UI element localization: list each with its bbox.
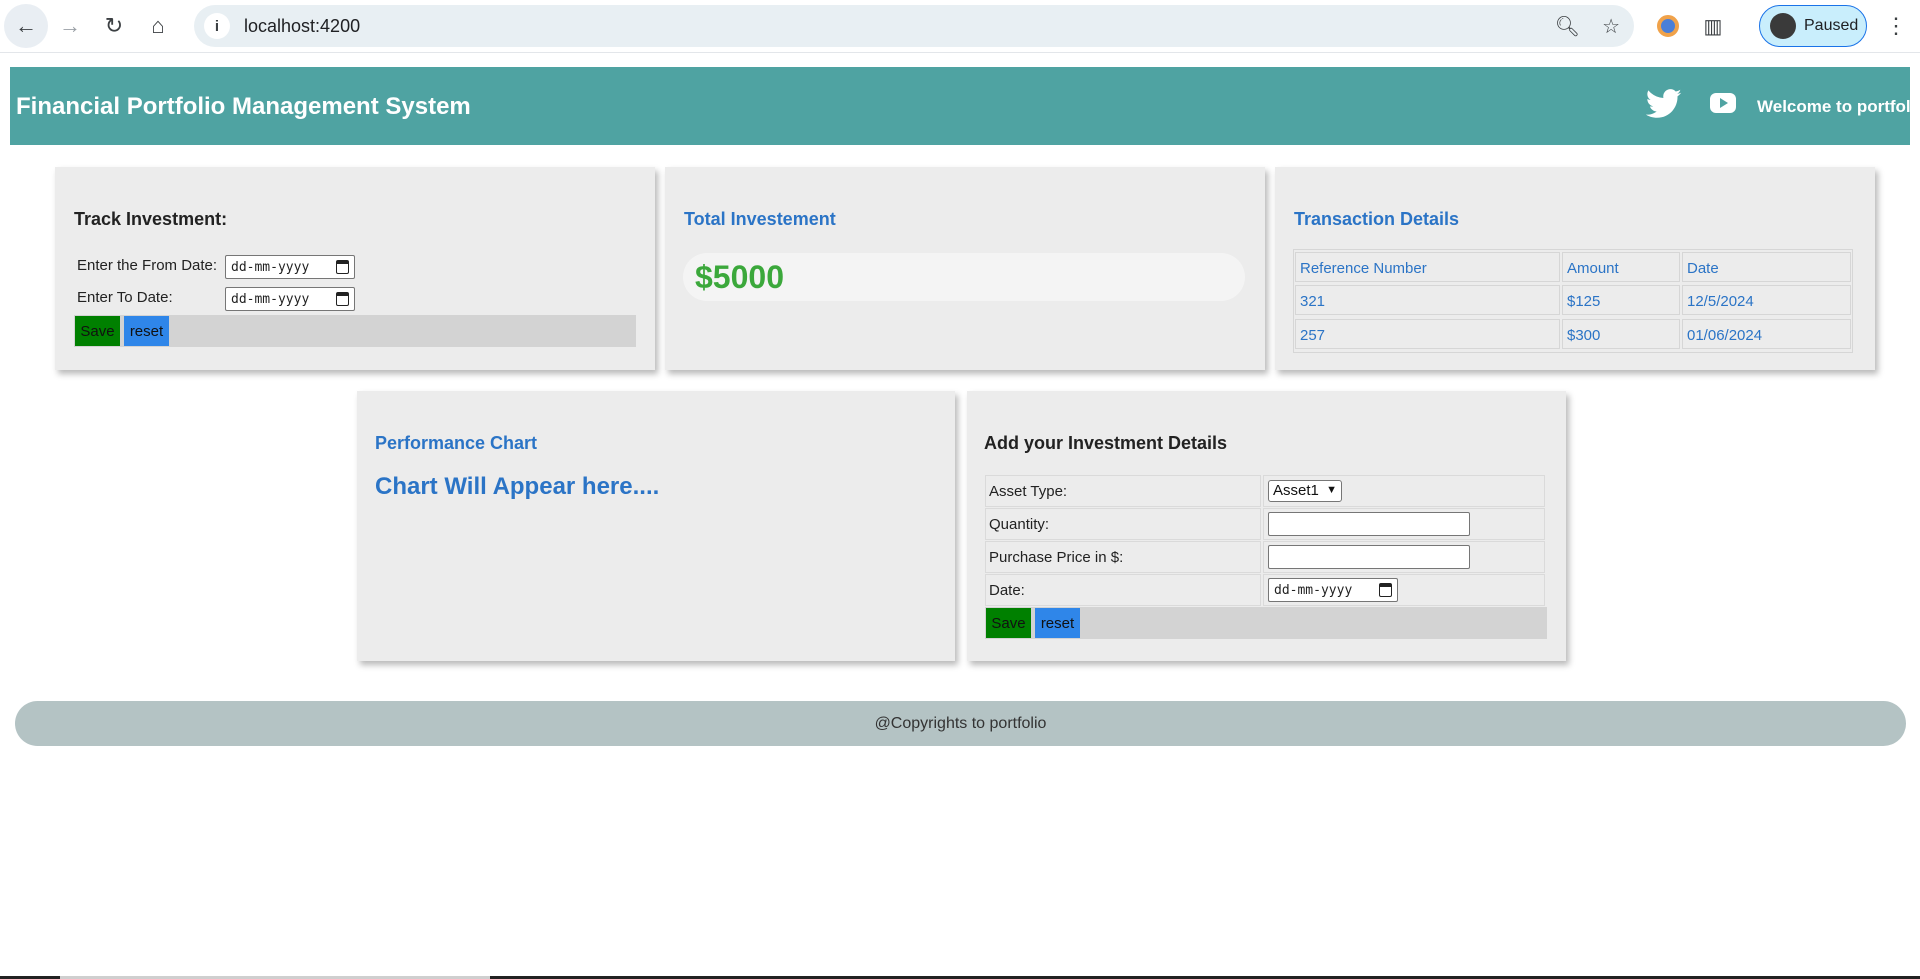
price-cell [1263, 541, 1545, 573]
address-bar[interactable]: i localhost:4200 🔍︎ ☆ [194, 5, 1634, 47]
purchase-price-input[interactable] [1268, 545, 1470, 569]
table-cell: 321 [1295, 285, 1560, 315]
youtube-icon[interactable] [1710, 93, 1736, 113]
reload-icon[interactable]: ↻ [92, 4, 136, 48]
calendar-icon[interactable] [336, 292, 349, 306]
zoom-icon[interactable]: 🔍︎ [1555, 14, 1580, 39]
footer-text: @Copyrights to portfolio [874, 714, 1047, 732]
url-text[interactable]: localhost:4200 [244, 16, 360, 37]
chevron-down-icon: ▼ [1326, 484, 1337, 496]
to-date-label: Enter To Date: [77, 289, 173, 306]
add-investment-title: Add your Investment Details [984, 433, 1228, 453]
table-cell: $300 [1562, 319, 1680, 349]
table-cell: 01/06/2024 [1682, 319, 1851, 349]
welcome-text: Welcome to portfolio [1757, 97, 1920, 116]
kebab-icon[interactable]: ⋮ [1884, 10, 1908, 42]
quantity-label: Quantity: [985, 508, 1261, 540]
avatar [1770, 13, 1796, 39]
total-value: $5000 [695, 259, 784, 295]
from-date-label: Enter the From Date: [77, 257, 218, 274]
table-cell: 12/5/2024 [1682, 285, 1851, 315]
date-cell: dd-mm-yyyy [1263, 574, 1545, 606]
reset-button[interactable]: reset [124, 316, 169, 346]
page-title: Financial Portfolio Management System [16, 93, 471, 120]
info-icon[interactable]: i [204, 13, 230, 39]
to-date-input[interactable]: dd-mm-yyyy [225, 287, 355, 311]
star-icon[interactable]: ☆ [1602, 14, 1620, 39]
back-icon[interactable]: ← [4, 4, 48, 48]
chart-placeholder: Chart Will Appear here.... [375, 473, 660, 500]
asset-type-label: Asset Type: [985, 475, 1261, 507]
quantity-input[interactable] [1268, 512, 1470, 536]
add-investment-card: Add your Investment Details Asset Type: … [967, 391, 1566, 661]
track-investment-card: Track Investment: Enter the From Date: d… [55, 167, 655, 370]
profile-status: Paused [1804, 17, 1859, 34]
table-cell: 257 [1295, 319, 1560, 349]
track-title: Track Investment: [74, 209, 228, 229]
twitter-icon[interactable] [1646, 89, 1682, 119]
investment-date-input[interactable]: dd-mm-yyyy [1268, 578, 1398, 602]
quantity-cell [1263, 508, 1545, 540]
calendar-icon[interactable] [1379, 583, 1392, 597]
footer: @Copyrights to portfolio [15, 701, 1906, 746]
transactions-title: Transaction Details [1294, 209, 1460, 229]
puzzle-icon[interactable]: ▥ [1697, 10, 1729, 42]
total-value-pill: $5000 [683, 253, 1245, 301]
total-title: Total Investement [684, 209, 836, 229]
performance-chart-card: Performance Chart Chart Will Appear here… [357, 391, 955, 661]
table-header: Date [1682, 252, 1851, 282]
reset-button[interactable]: reset [1035, 608, 1080, 638]
transactions-table: Reference Number Amount Date 321 $125 12… [1293, 249, 1853, 353]
total-investment-card: Total Investement $5000 [665, 167, 1265, 370]
table-header: Amount [1562, 252, 1680, 282]
table-cell: $125 [1562, 285, 1680, 315]
extension-icon[interactable] [1652, 10, 1684, 42]
save-button[interactable]: Save [986, 608, 1031, 638]
performance-title: Performance Chart [375, 433, 538, 453]
asset-type-cell: Asset1 ▼ [1263, 475, 1545, 507]
from-date-input[interactable]: dd-mm-yyyy [225, 255, 355, 279]
transaction-details-card: Transaction Details Reference Number Amo… [1275, 167, 1875, 370]
table-header: Reference Number [1295, 252, 1560, 282]
home-icon[interactable]: ⌂ [136, 4, 180, 48]
date-label: Date: [985, 574, 1261, 606]
asset-type-select[interactable]: Asset1 ▼ [1268, 480, 1342, 502]
investment-button-bar: Save reset [985, 607, 1547, 639]
forward-icon[interactable]: → [48, 4, 92, 48]
price-label: Purchase Price in $: [985, 541, 1261, 573]
browser-toolbar: ← → ↻ ⌂ i localhost:4200 🔍︎ ☆ ▥ Paused ⋮ [0, 0, 1920, 53]
profile-button[interactable]: Paused [1759, 5, 1867, 47]
calendar-icon[interactable] [336, 260, 349, 274]
save-button[interactable]: Save [75, 316, 120, 346]
app-header: Financial Portfolio Management System We… [10, 67, 1920, 145]
track-button-bar: Save reset [74, 315, 636, 347]
